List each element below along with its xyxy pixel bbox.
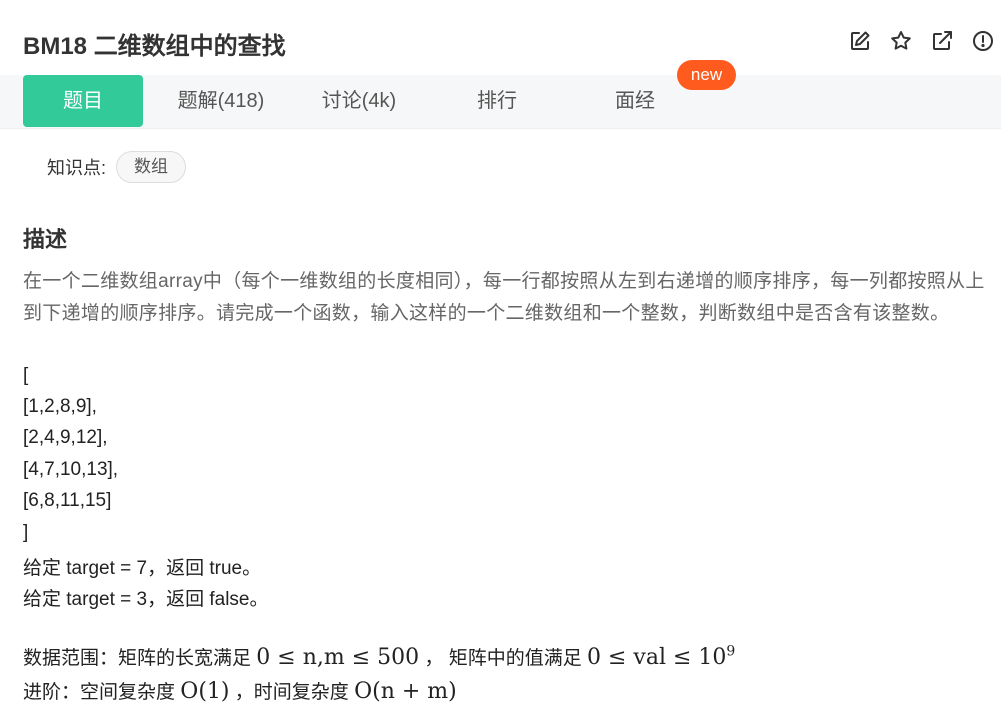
matrix-line: [4,7,10,13], [23, 459, 119, 480]
tab-solutions[interactable]: 题解(418) [160, 75, 282, 127]
star-icon[interactable] [889, 29, 913, 53]
description-text: 在一个二维数组array中（每个一维数组的长度相同），每一行都按照从左到右递增的… [23, 271, 985, 324]
space-complexity: O(1) [180, 679, 230, 704]
matrix-line: [ [23, 365, 29, 386]
tab-problem[interactable]: 题目 [23, 75, 143, 127]
data-range-label: 数据范围：矩阵的长宽满足 [23, 648, 252, 669]
data-range: 数据范围：矩阵的长宽满足 0 ≤ n,m ≤ 500 ， 矩阵中的值满足 0 ≤… [23, 643, 735, 670]
description-heading: 描述 [23, 227, 68, 252]
new-badge: new [677, 60, 736, 90]
knowledge-points: 知识点: 数组 [47, 150, 187, 184]
problem-page: BM18 二维数组中的查找 题目 题解(418) 讨论(4k) 排行 面经 ne… [0, 0, 1001, 722]
matrix-line: [6,8,11,15] [23, 490, 112, 511]
advanced-middle: ，时间复杂度 [234, 682, 349, 703]
matrix-line: [2,4,9,12], [23, 427, 108, 448]
knowledge-tag[interactable]: 数组 [116, 151, 187, 183]
example-true: 给定 target = 7，返回 true。 [23, 558, 262, 579]
problem-tabs: 题目 题解(418) 讨论(4k) 排行 面经 [0, 75, 1001, 129]
info-icon[interactable] [971, 29, 995, 53]
problem-header: BM18 二维数组中的查找 [0, 0, 1001, 75]
advanced-label: 进阶：空间复杂度 [23, 682, 176, 703]
range-formula-size: 0 ≤ n,m ≤ 500 [256, 645, 420, 670]
knowledge-points-label: 知识点: [47, 158, 107, 178]
data-range-middle: ， 矩阵中的值满足 [424, 648, 582, 669]
header-actions [848, 29, 995, 53]
range-formula-value-base: 0 ≤ val ≤ 10 [587, 645, 727, 670]
tab-discussion[interactable]: 讨论(4k) [300, 75, 418, 127]
range-formula-exponent: 9 [726, 643, 736, 660]
external-link-icon[interactable] [930, 29, 954, 53]
range-formula-value: 0 ≤ val ≤ 109 [587, 643, 736, 670]
edit-icon[interactable] [848, 29, 872, 53]
problem-title: BM18 二维数组中的查找 [23, 33, 286, 60]
matrix-line: ] [23, 522, 29, 543]
advanced-requirement: 进阶：空间复杂度 O(1) ，时间复杂度 O(n + m) [23, 677, 457, 704]
example-false: 给定 target = 3，返回 false。 [23, 589, 269, 610]
time-complexity: O(n + m) [354, 679, 457, 704]
matrix-line: [1,2,8,9], [23, 396, 97, 417]
tab-interview[interactable]: 面经 [575, 75, 695, 127]
tab-ranking[interactable]: 排行 [437, 75, 557, 127]
